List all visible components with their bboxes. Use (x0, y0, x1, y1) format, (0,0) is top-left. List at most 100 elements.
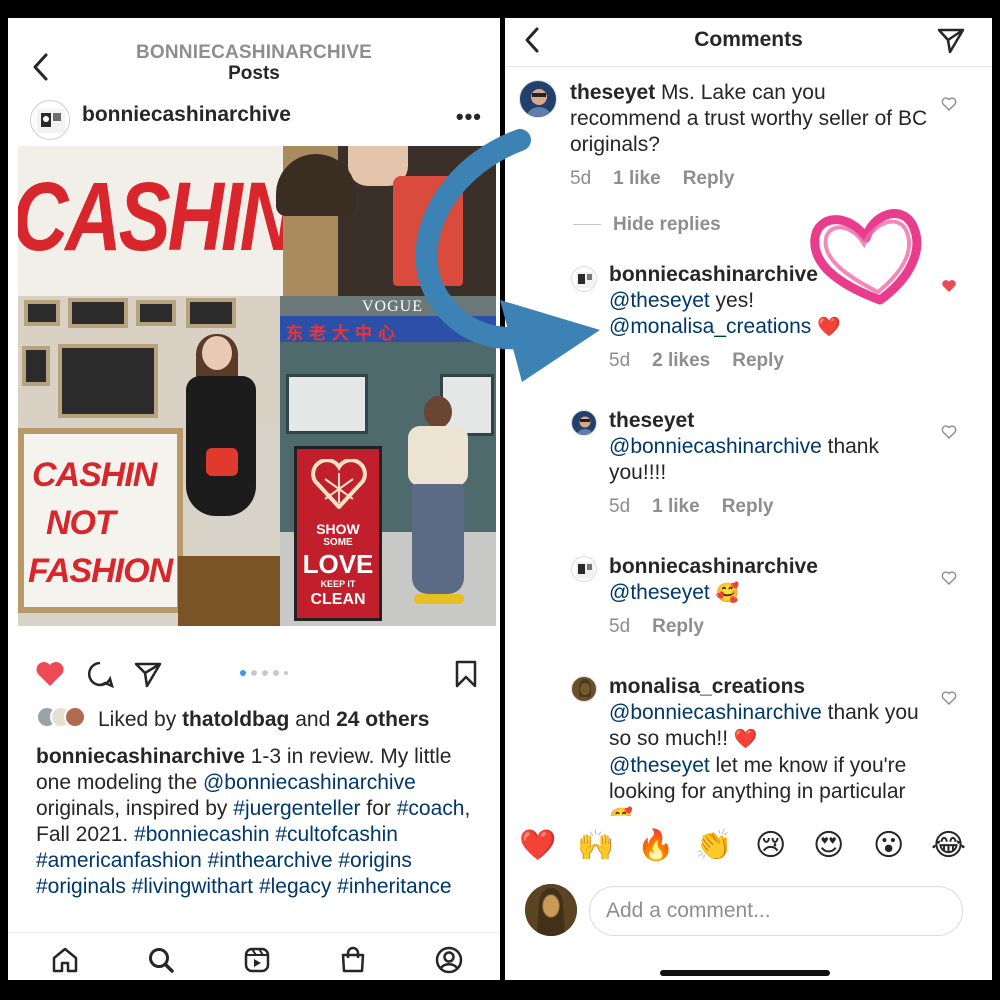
liked-by-user[interactable]: thatoldbag (182, 708, 289, 731)
cashin-sign-top: CASHIN (18, 146, 296, 296)
comment-reply-button[interactable]: Reply (683, 168, 735, 189)
reply-body: bonniecashinarchive @theseyet 🥰 (609, 554, 929, 607)
reply-mention[interactable]: @theseyet (609, 289, 710, 312)
reels-icon[interactable] (242, 945, 272, 975)
sign-top-text: CASHIN (18, 161, 296, 272)
reply-emoji: ❤️ (817, 317, 841, 338)
carousel-dot (273, 670, 279, 676)
add-comment-input[interactable] (589, 886, 963, 936)
share-paper-plane-icon[interactable] (936, 26, 966, 54)
post-image-collage[interactable]: CASHIN CASHIN NOT FASHION 东老大中心 VOGUE SH… (18, 146, 496, 626)
wooden-cabinet (178, 556, 283, 626)
caption-hashtag[interactable]: #juergenteller (233, 797, 360, 820)
reply-mention[interactable]: @monalisa_creations (609, 315, 811, 338)
post-author-username[interactable]: bonniecashinarchive (82, 103, 291, 127)
emoji-surprised-button[interactable]: 😮 (873, 826, 904, 866)
liked-by-summary[interactable]: Liked by thatoldbag and 24 others (98, 708, 429, 732)
reply-meta: 5d 1 like Reply (609, 496, 795, 518)
liked-mid: and (289, 708, 337, 731)
reply-reply-button[interactable]: Reply (722, 496, 774, 517)
header-divider (505, 66, 992, 67)
reply-username[interactable]: theseyet (609, 409, 694, 432)
reply-avatar[interactable] (571, 410, 597, 436)
emoji-raised-hands-button[interactable]: 🙌 (577, 826, 614, 866)
reply-mention[interactable]: @bonniecashinarchive (609, 701, 822, 724)
box-word-clean: CLEAN (310, 591, 366, 608)
reply-username[interactable]: bonniecashinarchive (609, 555, 818, 578)
save-bookmark-icon[interactable] (450, 658, 482, 690)
bottom-navigation-bar (8, 932, 500, 980)
share-paper-plane-icon[interactable] (132, 658, 164, 690)
caption-username[interactable]: bonniecashinarchive (36, 745, 245, 768)
caption-text-3: for (360, 797, 397, 820)
reply-meta: 5d Reply (609, 616, 726, 638)
comment-like-heart-icon[interactable] (941, 690, 957, 706)
post-panel: BONNIECASHINARCHIVE Posts bonniecashinar… (8, 18, 500, 980)
liked-others-count[interactable]: 24 others (336, 708, 429, 731)
shop-icon[interactable] (338, 945, 368, 975)
comment-likes-count[interactable]: 1 like (613, 168, 661, 189)
reply-username[interactable]: monalisa_creations (609, 675, 805, 698)
profile-icon[interactable] (434, 945, 464, 975)
carousel-dot (240, 670, 246, 676)
sign-line-2: NOT (46, 504, 116, 542)
quick-emoji-bar: ❤️ 🙌 🔥 👏 😢 😍 😮 😂 (505, 826, 992, 870)
reply-mention[interactable]: @bonniecashinarchive (609, 435, 822, 458)
reply-username[interactable]: bonniecashinarchive (609, 263, 818, 286)
carousel-dot (251, 670, 257, 676)
comment-like-heart-icon[interactable] (941, 96, 957, 112)
like-heart-icon[interactable] (34, 658, 66, 690)
emoji-heart-eyes-button[interactable]: 😍 (813, 826, 844, 866)
reply-likes-count[interactable]: 2 likes (652, 350, 710, 371)
comment-age: 5d (570, 168, 592, 189)
emoji-crying-button[interactable]: 😢 (755, 826, 786, 866)
box-word-some: SOME (323, 537, 353, 548)
comments-title: Comments (694, 28, 803, 51)
woman-model-figure (398, 396, 478, 611)
comment-username[interactable]: theseyet (570, 81, 655, 104)
post-author-avatar[interactable] (30, 100, 70, 140)
emoji-fire-button[interactable]: 🔥 (637, 826, 674, 866)
chinese-banner: 东老大中心 (280, 316, 496, 343)
reply-avatar[interactable] (571, 676, 597, 702)
emoji-heart-button[interactable]: ❤️ (519, 826, 556, 866)
home-icon[interactable] (50, 945, 80, 975)
emoji-laughing-button[interactable]: 😂 (931, 826, 966, 866)
knot-heart-icon (311, 459, 367, 509)
caption-hashtag[interactable]: #coach (397, 797, 465, 820)
comment-liked-heart-icon[interactable] (941, 278, 957, 294)
more-options-button[interactable]: ••• (456, 104, 482, 130)
hide-replies-button[interactable]: Hide replies (573, 214, 721, 236)
emoji-clap-button[interactable]: 👏 (695, 826, 732, 866)
reply-age: 5d (609, 350, 631, 371)
caption-mention[interactable]: @bonniecashinarchive (203, 771, 416, 794)
header-section-label: Posts (228, 63, 280, 84)
reply-emoji: ❤️ (733, 729, 758, 750)
post-header-title: BONNIECASHINARCHIVE Posts (8, 42, 500, 85)
reply-meta: 5d 2 likes Reply (609, 350, 806, 372)
comment-like-heart-icon[interactable] (941, 424, 957, 440)
screenshot-canvas: BONNIECASHINARCHIVE Posts bonniecashinar… (0, 0, 1000, 1000)
reply-likes-count[interactable]: 1 like (652, 496, 700, 517)
search-icon[interactable] (146, 945, 176, 975)
post-caption: bonniecashinarchive 1-3 in review. My li… (36, 744, 486, 932)
comment-bubble-icon[interactable] (84, 658, 116, 690)
reply-reply-button[interactable]: Reply (732, 350, 784, 371)
commenter-avatar[interactable] (519, 80, 557, 118)
sign-line-1: CASHIN (32, 456, 157, 494)
comment-meta: 5d 1 like Reply (570, 168, 756, 190)
reply-text: yes! (709, 289, 755, 312)
reply-avatar[interactable] (571, 556, 597, 582)
banner-text: 东老大中心 (286, 324, 401, 343)
home-indicator-bar (660, 970, 830, 976)
comment-body: theseyet Ms. Lake can you recommend a tr… (570, 80, 930, 158)
comment-like-heart-icon[interactable] (941, 570, 957, 586)
show-some-love-box: SHOW SOME LOVE KEEP IT CLEAN (294, 446, 382, 621)
reply-mention[interactable]: @theseyet (609, 754, 710, 777)
reply-reply-button[interactable]: Reply (652, 616, 704, 637)
caption-text-2: originals, inspired by (36, 797, 234, 820)
header-account-name: BONNIECASHINARCHIVE (135, 42, 373, 63)
current-user-avatar (525, 884, 577, 936)
reply-mention[interactable]: @theseyet (609, 581, 710, 604)
reply-avatar[interactable] (571, 266, 597, 292)
